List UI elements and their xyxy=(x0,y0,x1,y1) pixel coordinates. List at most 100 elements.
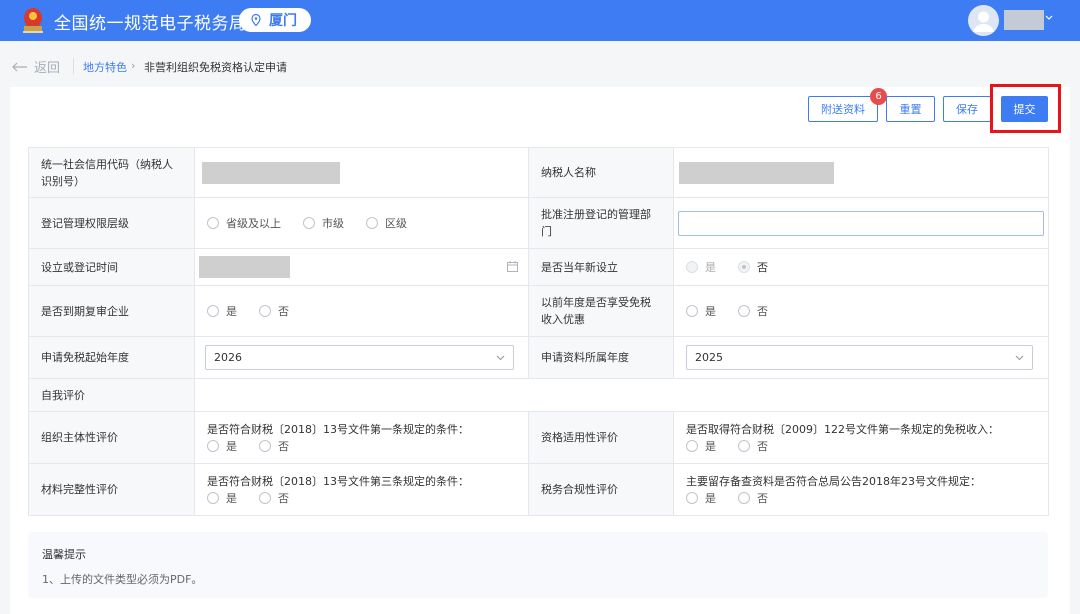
new-this-year-radio-group: 是 否 xyxy=(686,259,1036,275)
user-name-redacted[interactable] xyxy=(1004,10,1044,30)
radio-dot xyxy=(303,217,315,229)
tax-eval-label: 税务合规性评价 xyxy=(528,463,674,516)
prior-exempt-radio-group: 是 否 xyxy=(686,303,1036,319)
city-name: 厦门 xyxy=(269,13,297,29)
radio-dot xyxy=(738,305,750,317)
material-eval-label: 材料完整性评价 xyxy=(28,463,195,516)
radio-material-no[interactable]: 否 xyxy=(259,490,289,506)
radio-dot xyxy=(207,217,219,229)
tax-eval-question: 主要留存备查资料是否符合总局公告2018年23号文件规定： xyxy=(686,474,981,488)
approval-dept-label: 批准注册登记的管理部门 xyxy=(528,197,674,249)
tax-eval-cell: 主要留存备查资料是否符合总局公告2018年23号文件规定： 是 否 xyxy=(673,463,1049,516)
tax-eval-radio-group: 是 否 xyxy=(686,490,1036,506)
reg-level-radio-group: 省级及以上 市级 区级 xyxy=(207,215,516,231)
radio-dot xyxy=(686,439,698,452)
new-this-year-label: 是否当年新设立 xyxy=(528,248,674,286)
reset-button[interactable]: 重置 xyxy=(886,96,935,122)
radio-dot xyxy=(259,305,271,317)
chevron-down-icon[interactable] xyxy=(1045,13,1053,23)
start-year-value: 2026 xyxy=(214,351,242,364)
credit-code-value-redacted xyxy=(202,161,340,184)
attach-materials-button[interactable]: 附送资料 xyxy=(808,96,878,122)
radio-prior-no[interactable]: 否 xyxy=(738,303,768,319)
breadcrumb: 返回 地方特色 › 非营利组织免税资格认定申请 xyxy=(0,41,1080,87)
credit-code-cell xyxy=(194,147,529,198)
radio-provincial[interactable]: 省级及以上 xyxy=(207,215,281,231)
qualify-eval-cell: 是否取得符合财税〔2009〕122号文件第一条规定的免税收入： 是 否 xyxy=(673,411,1049,464)
reg-time-value-redacted xyxy=(199,256,290,278)
chevron-down-icon xyxy=(1015,355,1024,360)
radio-district[interactable]: 区级 xyxy=(366,215,407,231)
reg-time-label: 设立或登记时间 xyxy=(28,248,195,286)
radio-entity-no[interactable]: 否 xyxy=(259,438,289,454)
material-year-cell: 2025 xyxy=(673,336,1049,379)
tips-panel: 温馨提示 1、上传的文件类型必须为PDF。 xyxy=(28,532,1048,598)
save-button[interactable]: 保存 xyxy=(943,96,991,122)
review-due-label: 是否到期复审企业 xyxy=(28,285,195,337)
material-year-value: 2025 xyxy=(695,351,723,364)
approval-dept-input[interactable] xyxy=(678,210,1044,236)
chevron-down-icon xyxy=(496,355,505,360)
breadcrumb-item-current: 非营利组织免税资格认定申请 xyxy=(144,61,287,74)
user-avatar[interactable] xyxy=(968,5,999,36)
self-eval-label: 自我评价 xyxy=(28,378,195,412)
calendar-icon[interactable] xyxy=(507,261,518,272)
attach-count-badge: 6 xyxy=(870,88,887,105)
radio-material-yes[interactable]: 是 xyxy=(207,490,237,506)
application-form-table: 统一社会信用代码（纳税人识别号） 纳税人名称 登记管理权限层级 省级及以上 市级… xyxy=(28,147,1049,516)
qualify-eval-question: 是否取得符合财税〔2009〕122号文件第一条规定的免税收入： xyxy=(686,422,999,436)
radio-qualify-yes[interactable]: 是 xyxy=(686,438,716,454)
review-due-cell: 是 否 xyxy=(194,285,529,337)
radio-prior-yes[interactable]: 是 xyxy=(686,303,716,319)
reg-level-cell: 省级及以上 市级 区级 xyxy=(194,197,529,249)
radio-dot xyxy=(366,217,378,229)
start-year-label: 申请免税起始年度 xyxy=(28,336,195,379)
entity-eval-label: 组织主体性评价 xyxy=(28,411,195,464)
location-pin-icon xyxy=(251,13,261,27)
material-eval-cell: 是否符合财税〔2018〕13号文件第三条规定的条件： 是 否 xyxy=(194,463,529,516)
radio-dot xyxy=(738,439,750,452)
start-year-select[interactable]: 2026 xyxy=(205,345,514,370)
radio-dot xyxy=(207,439,219,452)
self-eval-spacer xyxy=(194,378,1049,412)
breadcrumb-item-local-features[interactable]: 地方特色 xyxy=(83,59,127,75)
qualify-eval-radio-group: 是 否 xyxy=(686,438,1036,454)
radio-dot xyxy=(686,261,698,273)
user-icon xyxy=(973,11,994,32)
radio-review-no[interactable]: 否 xyxy=(259,303,289,319)
entity-eval-radio-group: 是 否 xyxy=(207,438,516,454)
radio-tax-no[interactable]: 否 xyxy=(738,490,768,506)
reg-level-label: 登记管理权限层级 xyxy=(28,197,195,249)
tips-line: 1、上传的文件类型必须为PDF。 xyxy=(42,573,203,586)
breadcrumb-separator: › xyxy=(131,59,136,72)
radio-municipal[interactable]: 市级 xyxy=(303,215,344,231)
tips-title: 温馨提示 xyxy=(42,548,86,561)
back-label: 返回 xyxy=(34,61,61,76)
radio-entity-yes[interactable]: 是 xyxy=(207,438,237,454)
top-header: 全国统一规范电子税务局 厦门 xyxy=(0,0,1080,41)
material-eval-question: 是否符合财税〔2018〕13号文件第三条规定的条件： xyxy=(207,474,469,488)
taxpayer-name-value-redacted xyxy=(679,161,834,184)
city-selector[interactable]: 厦门 xyxy=(239,8,311,32)
start-year-cell: 2026 xyxy=(194,336,529,379)
radio-review-yes[interactable]: 是 xyxy=(207,303,237,319)
radio-dot xyxy=(207,305,219,317)
radio-tax-yes[interactable]: 是 xyxy=(686,490,716,506)
prior-exempt-label: 以前年度是否享受免税收入优惠 xyxy=(528,285,674,337)
site-title: 全国统一规范电子税务局 xyxy=(54,14,247,34)
prior-exempt-cell: 是 否 xyxy=(673,285,1049,337)
reg-time-cell[interactable] xyxy=(194,248,529,286)
radio-dot xyxy=(207,491,219,504)
radio-dot xyxy=(259,439,271,452)
entity-eval-question: 是否符合财税〔2018〕13号文件第一条规定的条件： xyxy=(207,422,469,436)
radio-qualify-no[interactable]: 否 xyxy=(738,438,768,454)
breadcrumb-divider xyxy=(73,58,74,74)
submit-button[interactable]: 提交 xyxy=(1001,96,1048,122)
back-button[interactable]: 返回 xyxy=(12,57,60,76)
taxpayer-name-label: 纳税人名称 xyxy=(528,147,674,198)
material-year-select[interactable]: 2025 xyxy=(686,345,1033,370)
radio-dot xyxy=(259,491,271,504)
entity-eval-cell: 是否符合财税〔2018〕13号文件第一条规定的条件： 是 否 xyxy=(194,411,529,464)
radio-dot xyxy=(738,261,750,273)
radio-dot xyxy=(686,491,698,504)
